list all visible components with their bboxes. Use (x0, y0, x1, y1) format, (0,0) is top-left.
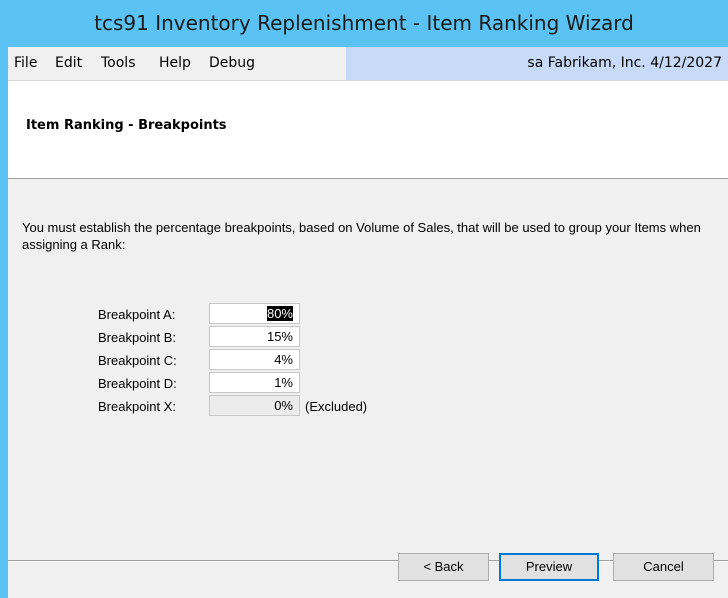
breakpoint-d-label: Breakpoint D: (98, 376, 177, 391)
preview-button[interactable]: Preview (499, 553, 599, 581)
breakpoint-x-field: 0% (209, 395, 300, 416)
wizard-header: Item Ranking - Breakpoints (8, 80, 728, 179)
breakpoint-a-field[interactable]: 80% (209, 303, 300, 324)
menu-tools[interactable]: Tools (101, 55, 136, 71)
window-title: tcs91 Inventory Replenishment - Item Ran… (94, 11, 634, 35)
cancel-button[interactable]: Cancel (613, 553, 714, 581)
breakpoint-d-field[interactable]: 1% (209, 372, 300, 393)
breakpoint-a-value: 80% (266, 306, 293, 321)
title-bar: tcs91 Inventory Replenishment - Item Ran… (0, 0, 728, 47)
breakpoint-c-label: Breakpoint C: (98, 353, 177, 368)
window-frame-left (0, 47, 8, 598)
breakpoint-c-field[interactable]: 4% (209, 349, 300, 370)
breakpoint-b-field[interactable]: 15% (209, 326, 300, 347)
menu-help[interactable]: Help (159, 55, 191, 71)
wizard-body: You must establish the percentage breakp… (8, 179, 728, 560)
menu-file[interactable]: File (14, 55, 37, 71)
breakpoint-b-label: Breakpoint B: (98, 330, 177, 345)
wizard-window: tcs91 Inventory Replenishment - Item Ran… (0, 0, 728, 598)
menu-edit[interactable]: Edit (55, 55, 82, 71)
back-button[interactable]: < Back (398, 553, 489, 581)
breakpoint-x-label: Breakpoint X: (98, 399, 177, 414)
status-text: sa Fabrikam, Inc. 4/12/2027 (527, 55, 722, 71)
user-company-date-status: sa Fabrikam, Inc. 4/12/2027 (346, 47, 728, 80)
excluded-note: (Excluded) (305, 399, 368, 414)
breakpoint-a-label: Breakpoint A: (98, 307, 176, 322)
page-title: Item Ranking - Breakpoints (26, 118, 227, 133)
menu-bar: File Edit Tools Help Debug sa Fabrikam, … (8, 47, 728, 80)
menu-debug[interactable]: Debug (209, 55, 255, 71)
instructions-text: You must establish the percentage breakp… (22, 220, 701, 252)
